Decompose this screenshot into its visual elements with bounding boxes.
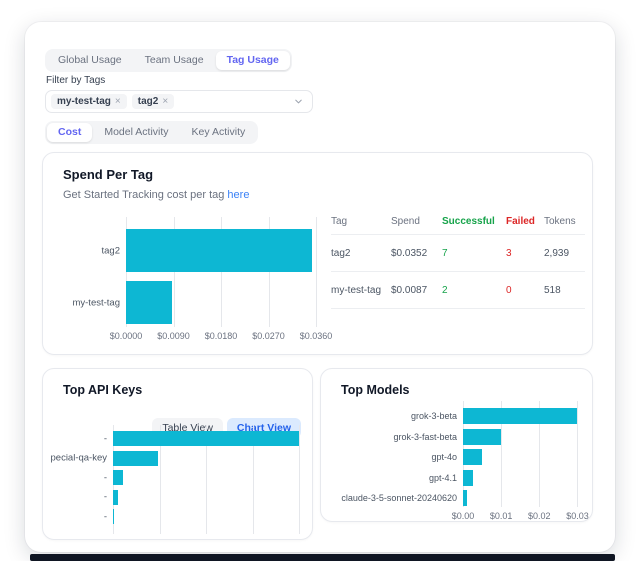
tag-chip-remove-icon[interactable]: ×	[115, 97, 121, 107]
bar	[113, 451, 158, 466]
y-axis-label: -	[43, 472, 107, 483]
bar	[126, 281, 172, 324]
tag-chip-label: tag2	[138, 97, 159, 107]
cell-failed: 3	[506, 235, 544, 272]
col-header-tag: Tag	[331, 209, 391, 235]
tab-cost[interactable]: Cost	[47, 123, 92, 142]
table-row: tag2 $0.0352 7 3 2,939	[331, 235, 585, 272]
cell-tokens: 2,939	[544, 235, 585, 272]
tab-tag-usage[interactable]: Tag Usage	[216, 51, 290, 70]
gridline	[577, 401, 578, 507]
usage-dashboard-panel: Global Usage Team Usage Tag Usage Filter…	[25, 22, 615, 552]
card-top-models: Top Models $0.00$0.01$0.02$0.03grok-3-be…	[320, 368, 593, 522]
get-started-link[interactable]: here	[227, 189, 249, 201]
x-axis-tick-label: $0.01	[490, 511, 513, 521]
cell-tag: my-test-tag	[331, 272, 391, 309]
col-header-tokens: Tokens	[544, 209, 585, 235]
card-top-api-keys: Top API Keys Table View Chart View -peci…	[42, 368, 313, 540]
x-axis-tick-label: $0.0000	[110, 331, 143, 341]
usage-tab-group: Global Usage Team Usage Tag Usage	[45, 49, 292, 72]
tab-model-activity[interactable]: Model Activity	[93, 123, 179, 142]
cell-spend: $0.0352	[391, 235, 442, 272]
y-axis-label: -	[43, 492, 107, 503]
y-axis-label: -	[43, 433, 107, 444]
y-axis-label: gpt-4.1	[321, 473, 457, 483]
x-axis-tick-label: $0.0270	[252, 331, 285, 341]
tag-chip-remove-icon[interactable]: ×	[162, 97, 168, 107]
gridline	[299, 425, 300, 534]
x-axis-tick-label: $0.0180	[205, 331, 238, 341]
table-header-row: Tag Spend Successful Failed Tokens	[331, 209, 585, 235]
cell-tokens: 518	[544, 272, 585, 309]
spend-per-tag-table: Tag Spend Successful Failed Tokens tag2 …	[331, 209, 585, 309]
tab-key-activity[interactable]: Key Activity	[181, 123, 257, 142]
bar	[113, 490, 118, 505]
cell-successful: 7	[442, 235, 506, 272]
tab-global-usage[interactable]: Global Usage	[47, 51, 133, 70]
filter-by-tags-label: Filter by Tags	[46, 75, 105, 86]
cost-activity-tab-group: Cost Model Activity Key Activity	[45, 121, 258, 144]
y-axis-label: grok-3-fast-beta	[321, 432, 457, 442]
y-axis-label: pecial-qa-key	[43, 453, 107, 464]
x-axis-tick-label: $0.00	[452, 511, 475, 521]
y-axis-label: grok-3-beta	[321, 411, 457, 421]
tag-chip-label: my-test-tag	[57, 97, 111, 107]
table-row: my-test-tag $0.0087 2 0 518	[331, 272, 585, 309]
x-axis-tick-label: $0.03	[566, 511, 589, 521]
tag-chip[interactable]: my-test-tag ×	[51, 94, 127, 109]
tag-chip[interactable]: tag2 ×	[132, 94, 174, 109]
y-axis-label: gpt-4o	[321, 452, 457, 462]
bar	[113, 509, 114, 524]
top-models-title: Top Models	[341, 383, 410, 397]
card-spend-per-tag: Spend Per Tag Get Started Tracking cost …	[42, 152, 593, 355]
bar	[463, 429, 501, 445]
x-axis-tick-label: $0.02	[528, 511, 551, 521]
col-header-successful: Successful	[442, 209, 506, 235]
x-axis-tick-label: $0.0090	[157, 331, 190, 341]
bar	[463, 470, 473, 486]
bar	[126, 229, 312, 272]
bar	[463, 490, 467, 506]
top-api-keys-chart: - pecial-qa-key - - -	[43, 425, 299, 534]
subtitle-text: Get Started Tracking cost per tag	[63, 189, 224, 201]
gridline	[316, 217, 317, 327]
bottom-window-edge-bar	[30, 554, 615, 561]
col-header-failed: Failed	[506, 209, 544, 235]
y-axis-label: tag2	[57, 245, 120, 256]
bar	[463, 449, 482, 465]
top-api-keys-title: Top API Keys	[63, 383, 142, 397]
spend-per-tag-subtitle: Get Started Tracking cost per taghere	[63, 189, 249, 201]
col-header-spend: Spend	[391, 209, 442, 235]
cell-successful: 2	[442, 272, 506, 309]
tab-team-usage[interactable]: Team Usage	[134, 51, 215, 70]
bar	[113, 431, 299, 446]
bar	[113, 470, 123, 485]
y-axis-label: claude-3-5-sonnet-20240620	[321, 493, 457, 503]
spend-per-tag-chart: $0.0000$0.0090$0.0180$0.0270$0.0360tag2m…	[57, 217, 316, 327]
x-axis-tick-label: $0.0360	[300, 331, 333, 341]
spend-per-tag-title: Spend Per Tag	[63, 167, 153, 182]
cell-tag: tag2	[331, 235, 391, 272]
bar	[463, 408, 577, 424]
filter-tags-select[interactable]: my-test-tag × tag2 ×	[45, 90, 313, 113]
y-axis-label: my-test-tag	[57, 297, 120, 308]
top-models-chart: $0.00$0.01$0.02$0.03grok-3-betagrok-3-fa…	[321, 401, 587, 507]
cell-failed: 0	[506, 272, 544, 309]
chevron-down-icon[interactable]	[293, 96, 304, 107]
y-axis-label: -	[43, 511, 107, 522]
cell-spend: $0.0087	[391, 272, 442, 309]
